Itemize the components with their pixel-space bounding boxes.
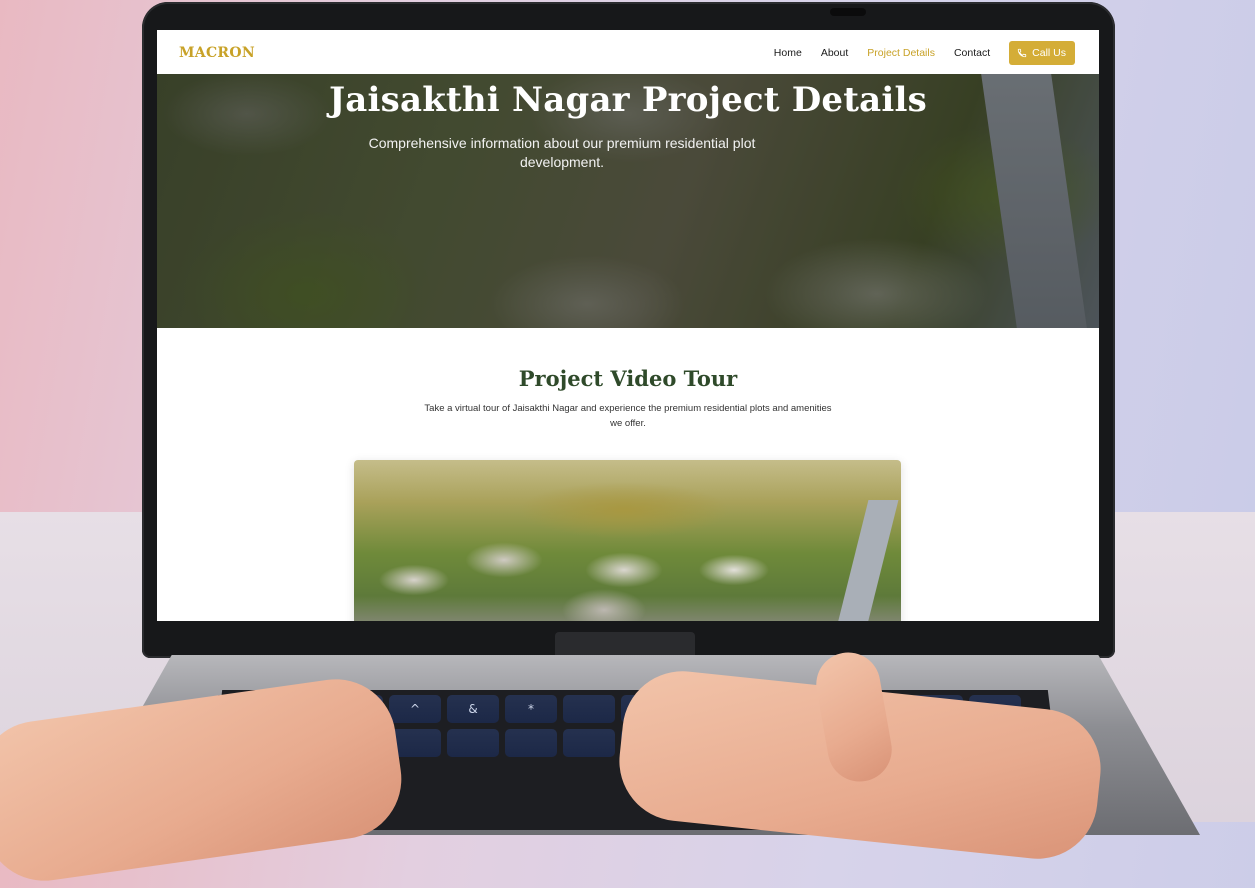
site-logo[interactable]: MACRON [179, 45, 255, 61]
phone-icon [1017, 48, 1027, 58]
video-road-image [833, 500, 899, 621]
key[interactable] [447, 729, 499, 757]
call-us-label: Call Us [1032, 47, 1066, 59]
key[interactable]: & [447, 695, 499, 723]
key[interactable] [563, 729, 615, 757]
key[interactable]: * [505, 695, 557, 723]
nav-links: Home About Project Details Contact Call … [774, 41, 1075, 65]
nav-about[interactable]: About [821, 47, 848, 59]
nav-project-details[interactable]: Project Details [867, 47, 935, 59]
video-section-description: Take a virtual tour of Jaisakthi Nagar a… [424, 403, 832, 429]
video-section-title: Project Video Tour [518, 366, 738, 391]
key[interactable]: ^ [389, 695, 441, 723]
call-us-button[interactable]: Call Us [1009, 41, 1075, 65]
site-navbar: MACRON Home About Project Details Contac… [157, 30, 1099, 74]
key[interactable] [505, 729, 557, 757]
laptop-screen: MACRON Home About Project Details Contac… [157, 30, 1099, 621]
project-video-player[interactable] [354, 460, 901, 621]
hero-title: Jaisakthi Nagar Project Details [329, 80, 927, 120]
nav-home[interactable]: Home [774, 47, 802, 59]
key[interactable] [563, 695, 615, 723]
webcam [830, 8, 866, 16]
nav-contact[interactable]: Contact [954, 47, 990, 59]
hero-subtitle: Comprehensive information about our prem… [368, 135, 756, 170]
